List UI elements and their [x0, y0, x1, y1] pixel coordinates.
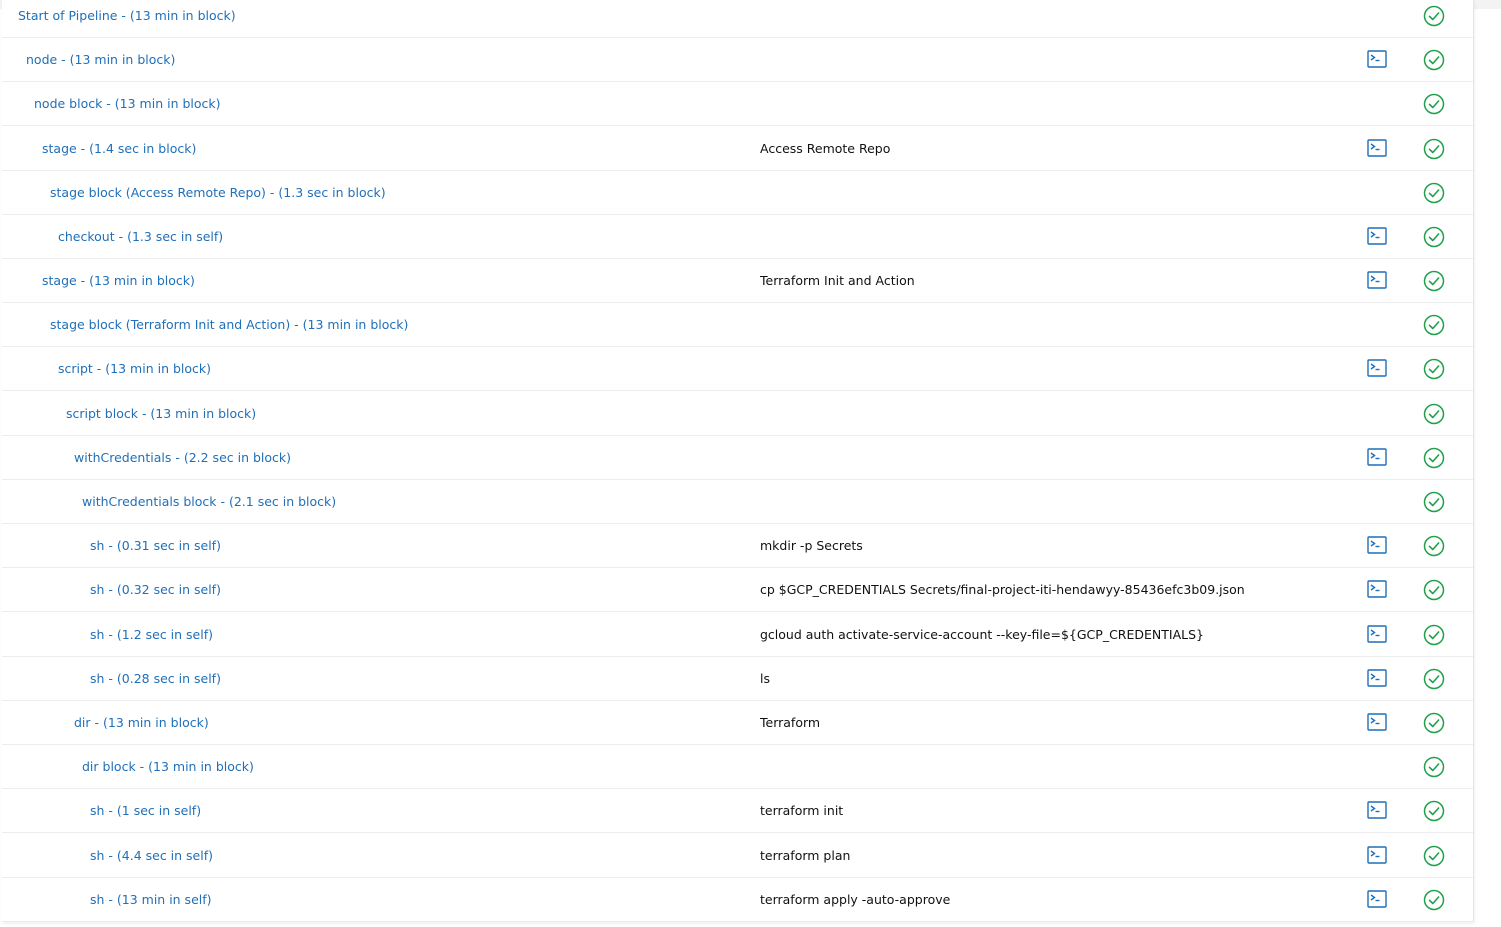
success-check-circle-icon	[1423, 756, 1445, 778]
terminal-console-icon[interactable]	[1367, 800, 1387, 819]
step-arguments: Terraform	[760, 715, 821, 730]
step-link[interactable]: stage block (Access Remote Repo) - (1.3 …	[50, 171, 386, 214]
success-check-circle-icon	[1423, 668, 1445, 690]
terminal-console-icon[interactable]	[1367, 270, 1387, 289]
step-row: node - (13 min in block)	[2, 38, 1473, 82]
success-check-circle-icon	[1423, 800, 1445, 822]
step-row: script - (13 min in block)	[2, 347, 1473, 391]
terminal-console-icon[interactable]	[1367, 49, 1387, 68]
success-check-circle-icon	[1423, 138, 1445, 160]
step-arguments: terraform init	[760, 803, 844, 818]
step-row: sh - (0.28 sec in self) ls	[2, 657, 1473, 701]
step-row: sh - (0.31 sec in self) mkdir -p Secrets	[2, 524, 1473, 568]
step-row: sh - (1 sec in self) terraform init	[2, 789, 1473, 833]
step-link[interactable]: checkout - (1.3 sec in self)	[58, 215, 223, 258]
step-arguments: terraform plan	[760, 848, 851, 863]
terminal-console-icon[interactable]	[1367, 358, 1387, 377]
step-link[interactable]: script block - (13 min in block)	[66, 392, 256, 435]
step-row: dir block - (13 min in block)	[2, 745, 1473, 789]
step-row: sh - (1.2 sec in self) gcloud auth activa…	[2, 613, 1473, 657]
terminal-console-icon[interactable]	[1367, 889, 1387, 908]
success-check-circle-icon	[1423, 712, 1445, 734]
success-check-circle-icon	[1423, 624, 1445, 646]
terminal-console-icon[interactable]	[1367, 447, 1387, 466]
step-link[interactable]: withCredentials - (2.2 sec in block)	[74, 436, 291, 479]
terminal-console-icon[interactable]	[1367, 138, 1387, 157]
step-arguments: terraform apply -auto-approve	[760, 892, 951, 907]
success-check-circle-icon	[1423, 845, 1445, 867]
success-check-circle-icon	[1423, 447, 1445, 469]
success-check-circle-icon	[1423, 403, 1445, 425]
step-link[interactable]: sh - (1 sec in self)	[90, 789, 201, 832]
terminal-console-icon[interactable]	[1367, 712, 1387, 731]
success-check-circle-icon	[1423, 535, 1445, 557]
success-check-circle-icon	[1423, 93, 1445, 115]
step-link[interactable]: sh - (4.4 sec in self)	[90, 834, 213, 877]
step-row: withCredentials block - (2.1 sec in bloc…	[2, 480, 1473, 524]
success-check-circle-icon	[1423, 182, 1445, 204]
step-row: Start of Pipeline - (13 min in block)	[2, 0, 1473, 38]
step-link[interactable]: sh - (1.2 sec in self)	[90, 613, 213, 656]
step-link[interactable]: stage block (Terraform Init and Action) …	[50, 303, 408, 346]
step-link[interactable]: stage - (1.4 sec in block)	[42, 127, 196, 170]
step-link[interactable]: node - (13 min in block)	[26, 38, 175, 81]
step-arguments: Access Remote Repo	[760, 141, 891, 156]
success-check-circle-icon	[1423, 579, 1445, 601]
step-row: stage block (Access Remote Repo) - (1.3 …	[2, 171, 1473, 215]
step-row: dir - (13 min in block) Terraform	[2, 701, 1473, 745]
terminal-console-icon[interactable]	[1367, 845, 1387, 864]
step-link[interactable]: sh - (0.28 sec in self)	[90, 657, 221, 700]
step-link[interactable]: sh - (13 min in self)	[90, 878, 212, 921]
step-row: sh - (13 min in self) terraform apply -au…	[2, 878, 1473, 922]
success-check-circle-icon	[1423, 270, 1445, 292]
step-link[interactable]: sh - (0.31 sec in self)	[90, 524, 221, 567]
step-link[interactable]: script - (13 min in block)	[58, 347, 211, 390]
step-link[interactable]: node block - (13 min in block)	[34, 82, 221, 125]
step-row: stage - (1.4 sec in block) Access Remote …	[2, 127, 1473, 171]
step-link[interactable]: dir - (13 min in block)	[74, 701, 209, 744]
success-check-circle-icon	[1423, 5, 1445, 27]
success-check-circle-icon	[1423, 889, 1445, 911]
step-link[interactable]: Start of Pipeline - (13 min in block)	[18, 0, 236, 37]
success-check-circle-icon	[1423, 358, 1445, 380]
terminal-console-icon[interactable]	[1367, 668, 1387, 687]
step-row: withCredentials - (2.2 sec in block)	[2, 436, 1473, 480]
terminal-console-icon[interactable]	[1367, 535, 1387, 554]
step-arguments: Terraform Init and Action	[760, 273, 915, 288]
step-link[interactable]: stage - (13 min in block)	[42, 259, 195, 302]
pipeline-steps-table: Start of Pipeline - (13 min in block) nod…	[2, 0, 1474, 922]
step-row: stage - (13 min in block) Terraform Init …	[2, 259, 1473, 303]
success-check-circle-icon	[1423, 314, 1445, 336]
step-link[interactable]: dir block - (13 min in block)	[82, 745, 254, 788]
step-arguments: cp $GCP_CREDENTIALS Secrets/final-projec…	[760, 582, 1245, 597]
step-arguments: gcloud auth activate-service-account --k…	[760, 627, 1204, 642]
step-arguments: mkdir -p Secrets	[760, 538, 863, 553]
success-check-circle-icon	[1423, 491, 1445, 513]
terminal-console-icon[interactable]	[1367, 226, 1387, 245]
step-row: checkout - (1.3 sec in self)	[2, 215, 1473, 259]
step-arguments: ls	[760, 671, 770, 686]
success-check-circle-icon	[1423, 226, 1445, 248]
step-row: script block - (13 min in block)	[2, 392, 1473, 436]
step-row: node block - (13 min in block)	[2, 82, 1473, 126]
step-row: sh - (0.32 sec in self) cp $GCP_CREDENTIA…	[2, 568, 1473, 612]
step-link[interactable]: sh - (0.32 sec in self)	[90, 568, 221, 611]
step-row: stage block (Terraform Init and Action) …	[2, 303, 1473, 347]
terminal-console-icon[interactable]	[1367, 624, 1387, 643]
step-link[interactable]: withCredentials block - (2.1 sec in bloc…	[82, 480, 336, 523]
step-row: sh - (4.4 sec in self) terraform plan	[2, 834, 1473, 878]
success-check-circle-icon	[1423, 49, 1445, 71]
terminal-console-icon[interactable]	[1367, 579, 1387, 598]
